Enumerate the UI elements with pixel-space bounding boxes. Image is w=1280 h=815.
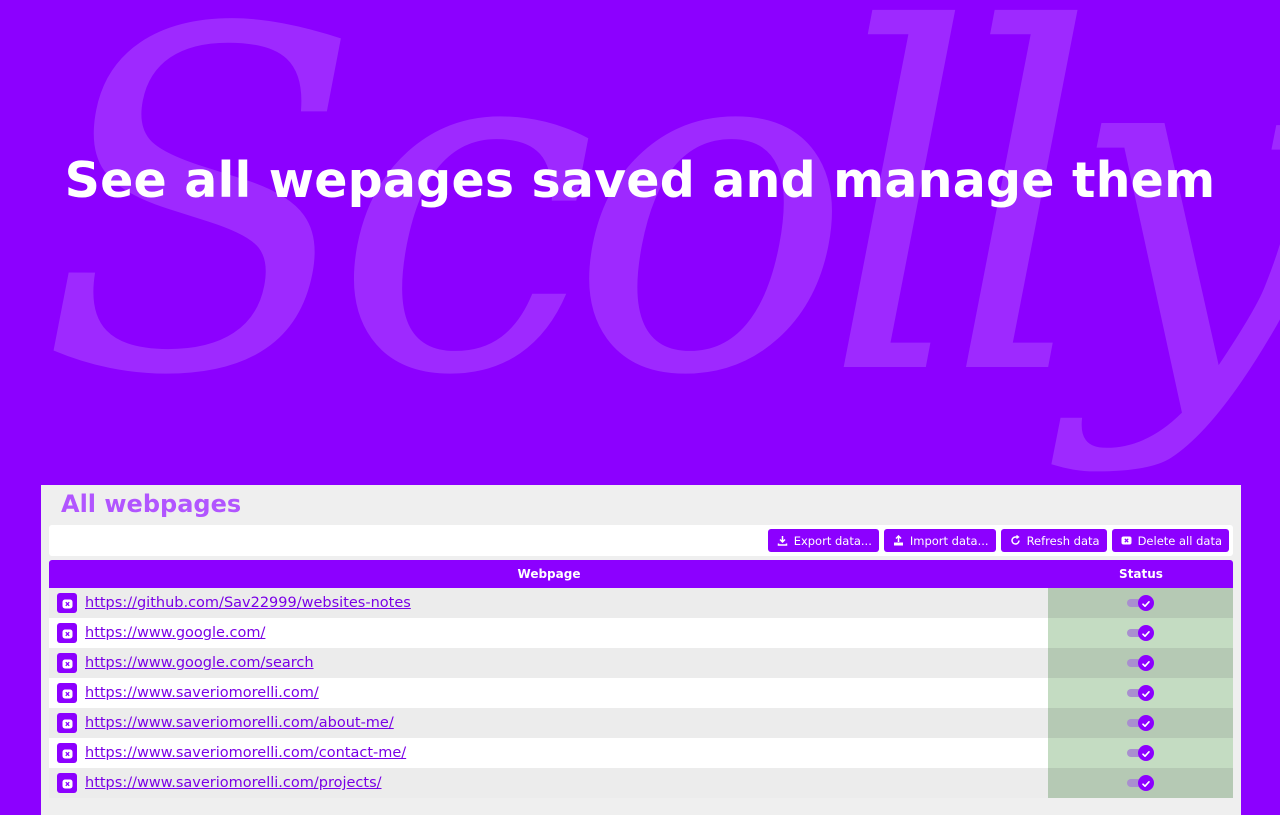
import-data-button[interactable]: Import data...	[883, 529, 996, 552]
webpage-link[interactable]: https://www.saveriomorelli.com/about-me/	[85, 715, 394, 731]
webpage-cell: https://www.saveriomorelli.com/contact-m…	[49, 738, 1048, 768]
delete-icon	[62, 774, 73, 793]
check-icon	[1141, 684, 1151, 703]
delete-icon	[62, 714, 73, 733]
webpage-link[interactable]: https://www.google.com/search	[85, 655, 314, 671]
column-header-webpage: Webpage	[517, 567, 581, 581]
export-data-button[interactable]: Export data...	[767, 529, 879, 552]
table-row: https://www.google.com/	[49, 618, 1233, 648]
export-icon	[777, 535, 788, 546]
delete-row-button[interactable]	[57, 713, 77, 733]
delete-icon	[1121, 535, 1132, 546]
toggle-knob	[1137, 594, 1154, 613]
webpages-table: Webpage Status https://github.com/Sav229…	[49, 560, 1233, 798]
table-row: https://www.google.com/search	[49, 648, 1233, 678]
webpages-panel: All webpages Export data... Import data.…	[41, 485, 1241, 815]
webpage-link[interactable]: https://www.google.com/	[85, 625, 265, 641]
toggle-knob	[1137, 624, 1154, 643]
status-cell	[1048, 738, 1233, 768]
import-icon	[893, 535, 904, 546]
toggle-knob	[1137, 714, 1154, 733]
table-row: https://www.saveriomorelli.com/about-me/	[49, 708, 1233, 738]
delete-icon	[62, 744, 73, 763]
webpage-link[interactable]: https://www.saveriomorelli.com/	[85, 685, 319, 701]
delete-all-data-label: Delete all data	[1137, 533, 1222, 548]
toggle-knob	[1137, 744, 1154, 763]
status-cell	[1048, 588, 1233, 618]
delete-row-button[interactable]	[57, 743, 77, 763]
status-cell	[1048, 768, 1233, 798]
toggle-knob	[1137, 654, 1154, 673]
toolbar: Export data... Import data... Refresh da…	[49, 525, 1233, 556]
webpage-cell: https://www.google.com/	[49, 618, 1048, 648]
delete-icon	[62, 594, 73, 613]
check-icon	[1141, 774, 1151, 793]
webpage-cell: https://www.saveriomorelli.com/	[49, 678, 1048, 708]
delete-row-button[interactable]	[57, 653, 77, 673]
table-row: https://github.com/Sav22999/websites-not…	[49, 588, 1233, 618]
refresh-data-label: Refresh data	[1026, 533, 1100, 548]
import-data-label: Import data...	[909, 533, 989, 548]
check-icon	[1141, 714, 1151, 733]
webpage-link[interactable]: https://www.saveriomorelli.com/contact-m…	[85, 745, 406, 761]
delete-icon	[62, 624, 73, 643]
brand-watermark: Scolly	[40, 0, 1280, 478]
status-toggle[interactable]	[1126, 744, 1156, 762]
table-row: https://www.saveriomorelli.com/contact-m…	[49, 738, 1233, 768]
column-header-status: Status	[1119, 567, 1163, 581]
status-toggle[interactable]	[1126, 654, 1156, 672]
refresh-data-button[interactable]: Refresh data	[1000, 529, 1107, 552]
panel-title: All webpages	[61, 490, 242, 518]
webpage-cell: https://github.com/Sav22999/websites-not…	[49, 588, 1048, 618]
delete-row-button[interactable]	[57, 773, 77, 793]
status-cell	[1048, 618, 1233, 648]
export-data-label: Export data...	[793, 533, 872, 548]
table-row: https://www.saveriomorelli.com/	[49, 678, 1233, 708]
page-headline: See all wepages saved and manage them	[64, 152, 1216, 209]
table-body: https://github.com/Sav22999/websites-not…	[49, 588, 1233, 798]
status-toggle[interactable]	[1126, 774, 1156, 792]
table-row: https://www.saveriomorelli.com/projects/	[49, 768, 1233, 798]
status-cell	[1048, 678, 1233, 708]
status-toggle[interactable]	[1126, 684, 1156, 702]
delete-icon	[62, 654, 73, 673]
delete-row-button[interactable]	[57, 593, 77, 613]
table-header: Webpage Status	[49, 560, 1233, 588]
webpage-cell: https://www.saveriomorelli.com/projects/	[49, 768, 1048, 798]
delete-row-button[interactable]	[57, 623, 77, 643]
status-cell	[1048, 648, 1233, 678]
check-icon	[1141, 594, 1151, 613]
webpage-link[interactable]: https://github.com/Sav22999/websites-not…	[85, 595, 411, 611]
status-cell	[1048, 708, 1233, 738]
toggle-knob	[1137, 684, 1154, 703]
check-icon	[1141, 654, 1151, 673]
webpage-link[interactable]: https://www.saveriomorelli.com/projects/	[85, 775, 382, 791]
check-icon	[1141, 744, 1151, 763]
delete-all-data-button[interactable]: Delete all data	[1111, 529, 1229, 552]
refresh-icon	[1010, 535, 1021, 546]
webpage-cell: https://www.google.com/search	[49, 648, 1048, 678]
delete-icon	[62, 684, 73, 703]
status-toggle[interactable]	[1126, 624, 1156, 642]
toggle-knob	[1137, 774, 1154, 793]
delete-row-button[interactable]	[57, 683, 77, 703]
status-toggle[interactable]	[1126, 594, 1156, 612]
status-toggle[interactable]	[1126, 714, 1156, 732]
webpage-cell: https://www.saveriomorelli.com/about-me/	[49, 708, 1048, 738]
toolbar-buttons: Export data... Import data... Refresh da…	[767, 529, 1229, 552]
check-icon	[1141, 624, 1151, 643]
